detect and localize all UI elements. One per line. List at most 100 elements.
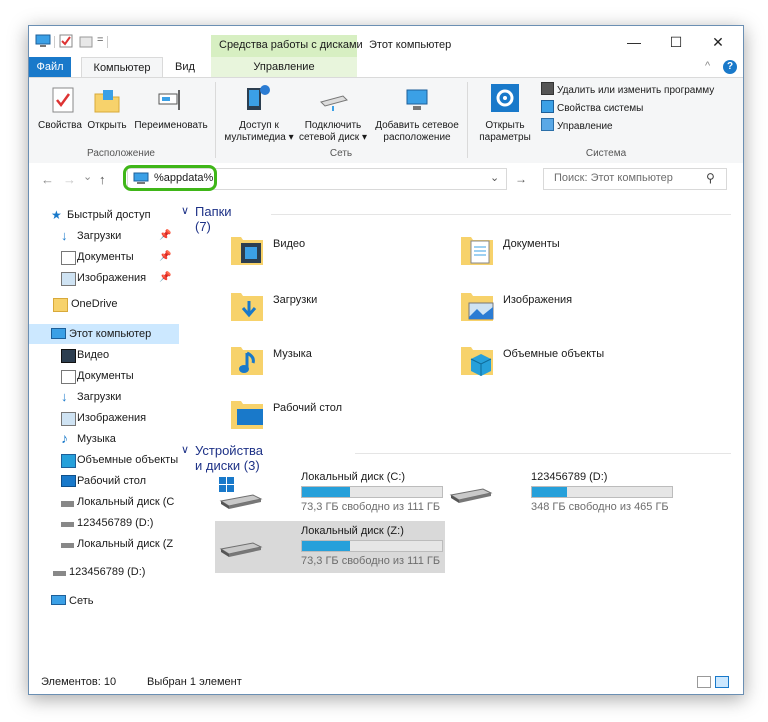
go-button[interactable]: → [515, 172, 527, 186]
rename-button[interactable]: Переименовать [129, 120, 213, 132]
nav-video[interactable]: Видео [29, 345, 179, 365]
status-item-count: Элементов: 10 [41, 676, 117, 688]
collapse-ribbon-icon[interactable]: ^ [705, 60, 710, 72]
nav-onedrive[interactable]: OneDrive [29, 294, 179, 314]
nav-network[interactable]: Сеть [29, 591, 179, 611]
folder-label: Загрузки [273, 294, 318, 306]
settings-gear-icon [491, 84, 519, 112]
status-bar: Элементов: 10 Выбран 1 элемент [29, 670, 743, 694]
pin-icon[interactable]: 📌 [159, 268, 171, 288]
computer-icon[interactable] [35, 34, 51, 48]
nav-label: Рабочий стол [77, 475, 147, 487]
nav-label: Музыка [77, 433, 116, 445]
tab-file[interactable]: Файл [29, 57, 71, 77]
folder-downloads[interactable]: Загрузки [229, 287, 429, 331]
nav-local-c[interactable]: Локальный диск (C [29, 492, 179, 512]
nav-quick-access[interactable]: ★ Быстрый доступ [29, 205, 179, 225]
drive-icon [61, 543, 74, 548]
up-button[interactable]: ↑ [99, 172, 106, 187]
search-input[interactable]: Поиск: Этот компьютер [554, 172, 673, 184]
drive-z[interactable]: Локальный диск (Z:) 73,3 ГБ свободно из … [215, 521, 445, 573]
folder-documents[interactable]: Документы [459, 231, 659, 275]
nav-label: Документы [77, 251, 134, 263]
nav-label: OneDrive [71, 298, 118, 310]
manage-item[interactable]: Управление [541, 118, 613, 134]
nav-3d-objects[interactable]: Объемные объекты [29, 450, 179, 470]
nav-qa-downloads[interactable]: ↓ Загрузки 📌 [29, 226, 179, 246]
folder-video[interactable]: Видео [229, 231, 429, 275]
tab-manage[interactable]: Управление [211, 57, 357, 77]
minimize-button[interactable]: — [613, 31, 655, 53]
nav-pictures[interactable]: Изображения [29, 408, 179, 428]
properties-qa-icon[interactable] [59, 34, 73, 48]
nav-drive-d2[interactable]: 123456789 (D:) [29, 562, 179, 582]
folder-desktop[interactable]: Рабочий стол [229, 395, 429, 439]
close-button[interactable]: ✕ [697, 31, 739, 53]
navigation-pane: ★ Быстрый доступ ↓ Загрузки 📌 Документы … [29, 195, 179, 670]
nav-this-pc[interactable]: Этот компьютер [29, 324, 179, 344]
drive-c[interactable]: Локальный диск (C:) 73,3 ГБ свободно из … [217, 471, 449, 519]
nav-desktop[interactable]: Рабочий стол [29, 471, 179, 491]
nav-documents[interactable]: Документы [29, 366, 179, 386]
qa-dropdown-icon[interactable]: = [97, 34, 103, 46]
folder-label: Документы [503, 238, 560, 250]
map-drive-icon [320, 95, 348, 111]
folder-pictures[interactable]: Изображения [459, 287, 659, 331]
tab-view[interactable]: Вид [167, 57, 203, 77]
search-box[interactable]: Поиск: Этот компьютер ⚲ [543, 168, 727, 190]
folders-header-label: Папки (7) [195, 204, 232, 234]
back-button[interactable]: ← [41, 172, 54, 187]
folder-music[interactable]: Музыка [229, 341, 429, 385]
media-access-label-2: мультимедиа ▾ [224, 132, 294, 143]
cube-icon [61, 454, 76, 468]
drive-c-usage-fill [302, 487, 350, 497]
manage-icon [541, 118, 554, 131]
3d-objects-folder-icon [461, 347, 493, 376]
pin-icon[interactable]: 📌 [159, 226, 171, 246]
nav-label: Загрузки [77, 391, 122, 403]
open-button[interactable]: Открыть [85, 120, 129, 132]
details-view-icon[interactable] [697, 676, 711, 688]
nav-downloads[interactable]: ↓ Загрузки [29, 387, 179, 407]
drive-icon [53, 571, 66, 576]
address-dropdown-icon[interactable]: ⌄ [490, 171, 499, 184]
recent-locations-button[interactable]: ⌄ [83, 170, 92, 183]
add-location-label-1: Добавить сетевое [375, 120, 459, 131]
nav-local-z[interactable]: Локальный диск (Z [29, 534, 179, 554]
manage-label: Управление [557, 121, 613, 132]
system-properties-label: Свойства системы [557, 103, 644, 114]
nav-drive-d[interactable]: 123456789 (D:) [29, 513, 179, 533]
map-drive-button[interactable]: Подключить сетевой диск ▾ [295, 120, 371, 144]
media-access-button[interactable]: Доступ к мультимедиа ▾ [221, 120, 297, 144]
video-folder-icon [231, 237, 263, 265]
uninstall-program-item[interactable]: Удалить или изменить программу [541, 82, 714, 98]
nav-label: Загрузки [77, 230, 122, 242]
folder-label: Изображения [503, 294, 573, 306]
system-properties-item[interactable]: Свойства системы [541, 100, 643, 116]
pin-icon[interactable]: 📌 [159, 247, 171, 267]
windows-drive-icon [219, 477, 263, 509]
help-icon[interactable]: ? [723, 60, 737, 74]
folder-label: Объемные объекты [503, 348, 605, 360]
drive-icon [61, 501, 74, 507]
forward-button[interactable]: → [63, 172, 76, 187]
drive-d[interactable]: 123456789 (D:) 348 ГБ свободно из 465 ГБ [447, 471, 679, 519]
maximize-button[interactable]: ☐ [655, 31, 697, 53]
new-folder-qa-icon[interactable] [79, 34, 93, 48]
group-divider [355, 453, 731, 454]
media-access-icon [247, 85, 270, 110]
tiles-view-icon[interactable] [715, 676, 729, 688]
ribbon: Свойства Открыть Переименовать Расположе… [29, 77, 743, 165]
nav-music[interactable]: ♪ Музыка [29, 429, 179, 449]
properties-button[interactable]: Свойства [35, 120, 85, 132]
context-tab-title: Средства работы с дисками [219, 39, 363, 51]
nav-qa-documents[interactable]: Документы 📌 [29, 247, 179, 267]
map-drive-label-2: сетевой диск ▾ [299, 132, 367, 143]
add-location-button[interactable]: Добавить сетевое расположение [371, 120, 463, 144]
open-settings-button[interactable]: Открыть параметры [469, 120, 541, 144]
drive-z-free: 73,3 ГБ свободно из 111 ГБ [301, 555, 441, 567]
drive-d-free: 348 ГБ свободно из 465 ГБ [531, 501, 669, 513]
folder-3d-objects[interactable]: Объемные объекты [459, 341, 679, 385]
tab-computer[interactable]: Компьютер [81, 57, 163, 79]
nav-qa-pictures[interactable]: Изображения 📌 [29, 268, 179, 288]
